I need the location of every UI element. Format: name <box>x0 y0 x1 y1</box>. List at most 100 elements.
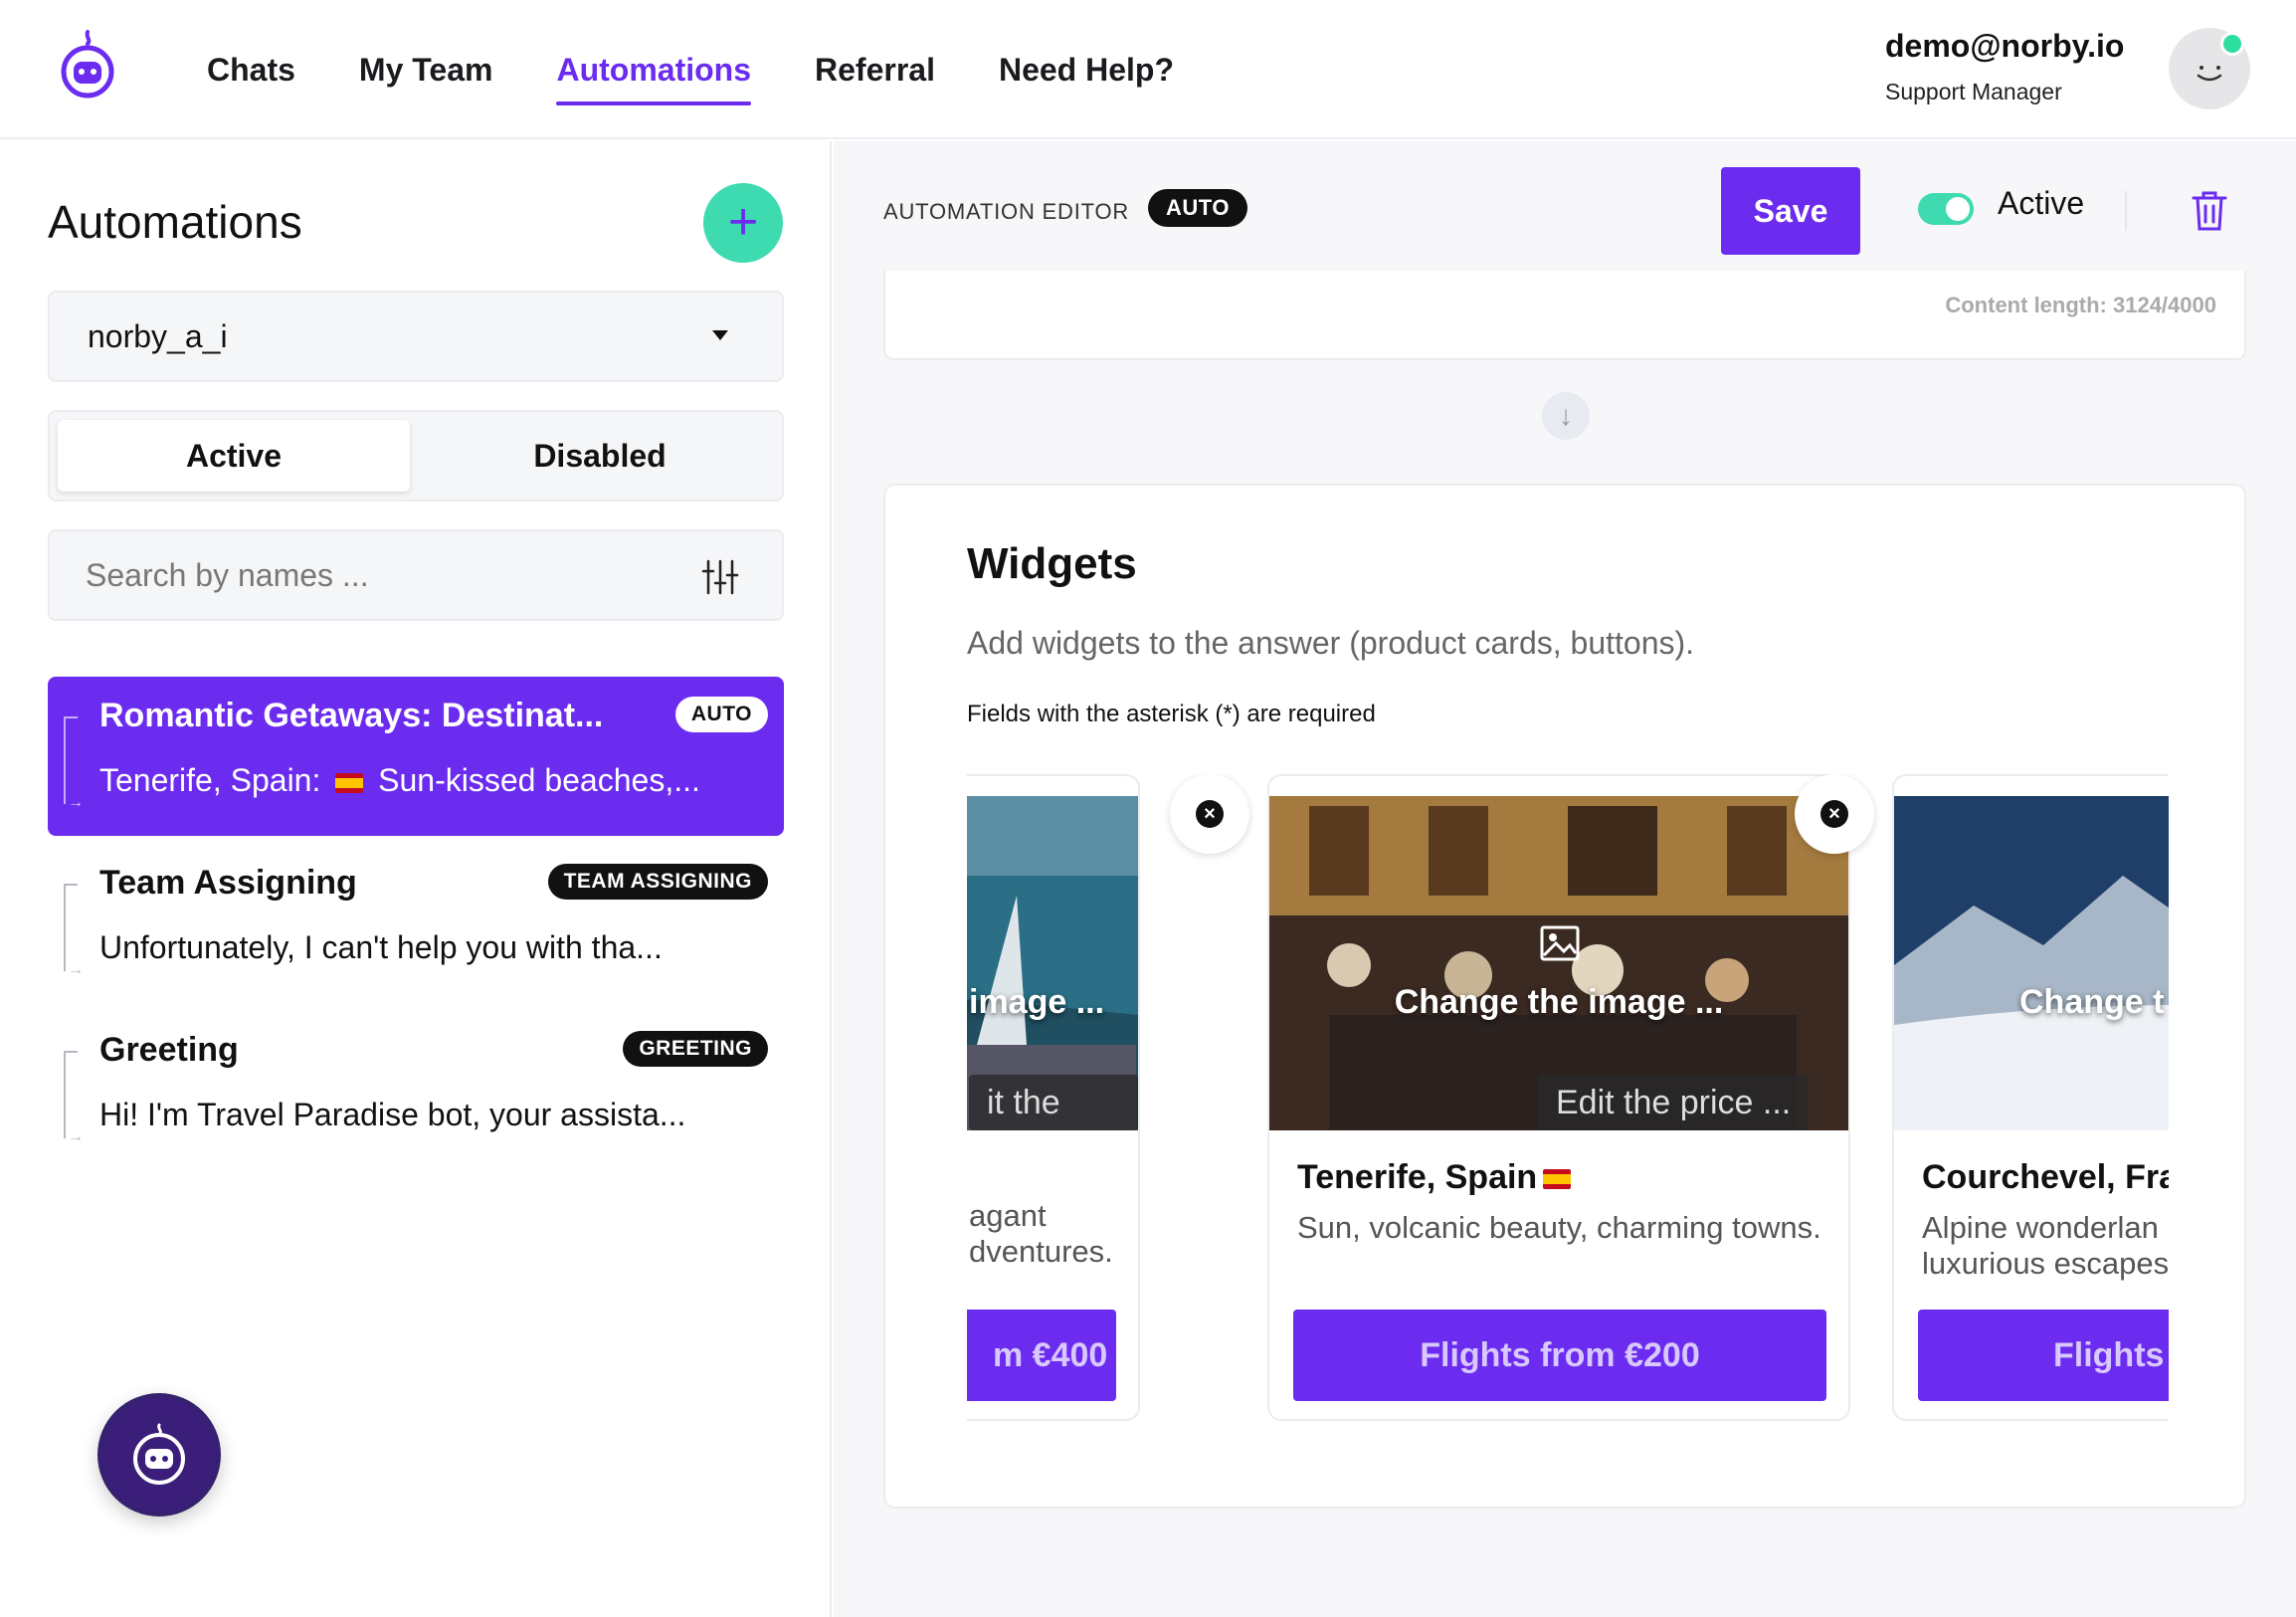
trash-icon[interactable] <box>2191 189 2228 233</box>
flow-arrow-icon: → <box>68 961 84 978</box>
content-length: Content length: 3124/4000 <box>1945 293 2216 317</box>
chat-widget-button[interactable] <box>97 1393 221 1516</box>
flow-bracket <box>64 716 78 804</box>
sidebar-title: Automations <box>48 196 302 248</box>
toolbar-divider <box>2125 191 2127 231</box>
add-automation-button[interactable]: + <box>703 183 783 263</box>
widgets-description: Add widgets to the answer (product cards… <box>967 625 1695 661</box>
product-card: Change t Courchevel, Fra Alpine wonderla… <box>1892 774 2169 1421</box>
bot-select[interactable]: norby_a_i <box>48 291 784 382</box>
nav-need-help[interactable]: Need Help? <box>977 0 1196 139</box>
product-card: Change the image ... Edit the price ... … <box>1267 774 1850 1421</box>
automation-item[interactable]: → Greeting GREETING Hi! I'm Travel Parad… <box>48 1011 784 1170</box>
automations-sidebar: Automations + norby_a_i Active Disabled … <box>0 141 832 1617</box>
editor-label: AUTOMATION EDITOR <box>883 199 1130 224</box>
spain-flag-icon <box>335 772 364 793</box>
fab-inner <box>101 1397 217 1513</box>
product-title: Tenerife, Spain <box>1297 1158 1577 1197</box>
product-button[interactable]: m €400 <box>967 1310 1116 1401</box>
product-title-text: Tenerife, Spain <box>1297 1158 1538 1196</box>
product-image[interactable]: Change the image ... Edit the price ... <box>1269 796 1848 1130</box>
flow-arrow-icon: → <box>68 794 84 811</box>
product-title: Courchevel, Fra <box>1922 1158 2169 1196</box>
nav-referral[interactable]: Referral <box>793 0 957 139</box>
top-navigation-bar: Chats My Team Automations Referral Need … <box>0 0 2296 139</box>
edit-price-overlay[interactable]: it the price ... <box>969 1075 1138 1130</box>
segment-active[interactable]: Active <box>58 420 410 492</box>
product-cards-carousel[interactable]: image ... it the price ... agant dventur… <box>967 774 2169 1461</box>
change-image-overlay: Change t <box>2019 983 2165 1021</box>
widgets-title: Widgets <box>967 539 1137 588</box>
user-role: Support Manager <box>1885 79 2062 104</box>
automation-editor: AUTOMATION EDITOR AUTO Save Active Conte… <box>834 141 2296 1617</box>
required-fields-note: Fields with the asterisk (*) are require… <box>967 701 1376 727</box>
image-placeholder-icon <box>1540 925 1580 961</box>
automation-title: Team Assigning <box>99 864 357 902</box>
search-input[interactable] <box>86 531 682 619</box>
user-email: demo@norby.io <box>1885 28 2125 64</box>
flow-bracket <box>64 884 78 971</box>
automation-preview: Hi! I'm Travel Paradise bot, your assist… <box>99 1097 686 1132</box>
product-button-label: Flights <box>2053 1335 2165 1374</box>
alps-mountains-image <box>1894 796 2169 1130</box>
automation-title: Greeting <box>99 1031 239 1069</box>
spain-flag-icon <box>1543 1169 1572 1190</box>
save-button[interactable]: Save <box>1721 167 1860 255</box>
online-status-dot <box>2220 32 2244 56</box>
caret-down-icon <box>712 330 728 340</box>
product-description: Alpine wonderlan luxurious escapes <box>1922 1210 2169 1282</box>
close-icon: × <box>1196 800 1224 828</box>
user-info[interactable]: demo@norby.io Support Manager <box>1885 28 2124 105</box>
product-image[interactable]: Change t <box>1894 796 2169 1130</box>
automation-badge: AUTO <box>674 697 768 732</box>
product-image[interactable]: image ... it the price ... <box>967 796 1138 1130</box>
product-button-label: Flights from €200 <box>1420 1335 1700 1374</box>
nav-my-team[interactable]: My Team <box>337 0 515 139</box>
nav-my-team-label: My Team <box>358 51 493 88</box>
flow-arrow-icon: → <box>68 1128 84 1145</box>
active-toggle-label: Active <box>1998 185 2085 221</box>
bot-select-value: norby_a_i <box>88 317 228 354</box>
toggle-knob <box>1946 197 1970 221</box>
product-description: Sun, volcanic beauty, charming towns. <box>1297 1210 1821 1245</box>
close-icon: × <box>1820 800 1848 828</box>
editor-type-badge: AUTO <box>1148 189 1247 227</box>
product-description-line: Alpine wonderlan <box>1922 1210 2159 1245</box>
automation-item[interactable]: → Romantic Getaways: Destinat... AUTO Te… <box>48 677 784 836</box>
nav-referral-label: Referral <box>815 51 935 88</box>
edit-price-overlay[interactable]: Edit the price ... <box>1538 1075 1810 1130</box>
nav-chats[interactable]: Chats <box>185 0 317 139</box>
flow-bracket <box>64 1051 78 1138</box>
remove-card-button[interactable]: × <box>1795 774 1874 854</box>
product-button-label: m €400 <box>993 1335 1108 1374</box>
norby-logo-icon[interactable] <box>56 28 119 100</box>
nav-automations-label: Automations <box>556 51 752 88</box>
automation-title: Romantic Getaways: Destinat... <box>99 697 604 734</box>
product-card: image ... it the price ... agant dventur… <box>967 774 1140 1421</box>
product-description-line: luxurious escapes <box>1922 1246 2169 1281</box>
automation-preview-start: Tenerife, Spain: <box>99 762 321 798</box>
product-button[interactable]: Flights <box>1918 1310 2169 1401</box>
automation-badge: TEAM ASSIGNING <box>547 864 768 900</box>
automation-preview: Tenerife, Spain: Sun-kissed beaches,... <box>99 762 700 799</box>
nav-automations[interactable]: Automations <box>534 0 773 139</box>
widgets-card: Widgets Add widgets to the answer (produ… <box>883 484 2246 1509</box>
nav-chats-label: Chats <box>207 51 295 88</box>
segment-disabled[interactable]: Disabled <box>424 420 776 492</box>
main-nav: Chats My Team Automations Referral Need … <box>185 0 1216 139</box>
automation-preview: Unfortunately, I can't help you with tha… <box>99 929 663 965</box>
bot-icon <box>133 1423 185 1485</box>
filter-sliders-icon[interactable] <box>700 557 740 597</box>
automation-badge: GREETING <box>623 1031 768 1067</box>
segment-active-label: Active <box>185 437 283 474</box>
product-button[interactable]: Flights from €200 <box>1293 1310 1826 1401</box>
automation-item[interactable]: → Team Assigning TEAM ASSIGNING Unfortun… <box>48 844 784 1003</box>
automation-preview-end: Sun-kissed beaches,... <box>378 762 700 798</box>
active-toggle[interactable] <box>1918 193 1974 225</box>
status-segmented-control: Active Disabled <box>48 410 784 502</box>
remove-card-button[interactable]: × <box>1170 774 1249 854</box>
nav-need-help-label: Need Help? <box>998 51 1174 88</box>
arrow-down-icon: ↓ <box>1542 392 1590 440</box>
segment-disabled-label: Disabled <box>533 437 667 474</box>
search-box <box>48 529 784 621</box>
